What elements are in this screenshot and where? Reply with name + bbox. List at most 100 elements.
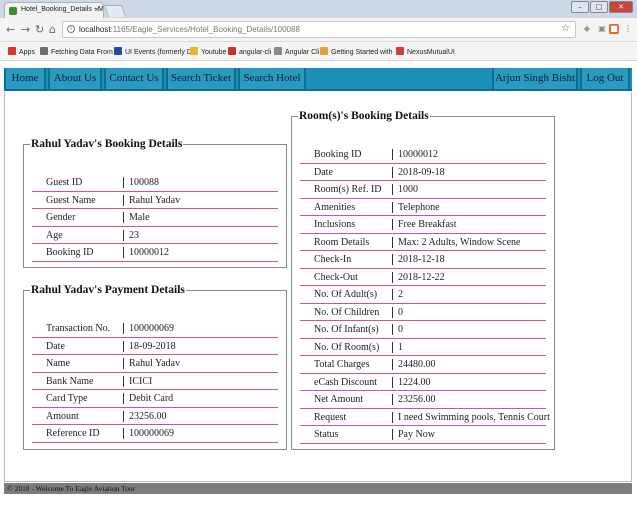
detail-row: Room Details Max: 2 Adults, Window Scene [300,234,546,251]
bookmark-item[interactable]: Angular Cli [274,47,319,56]
close-window-button[interactable]: ✕ [609,1,633,13]
payment-details-legend: Rahul Yadav's Payment Details [31,284,185,296]
nav-user-name[interactable]: Arjun Singh Bisht [492,68,578,89]
detail-value: 0 [398,324,403,335]
minimize-window-button[interactable]: – [571,1,589,13]
bookmark-item[interactable]: Getting Started with [320,47,392,56]
nav-log-out[interactable]: Log Out [580,68,630,89]
browser-menu-icon[interactable]: ⋮ [623,24,633,34]
detail-label: No. Of Children [314,306,380,318]
nav-search-ticket[interactable]: Search Ticket [166,68,236,89]
detail-label: Check-In [314,254,352,265]
detail-label: Transaction No. [46,323,111,334]
detail-label: Amount [46,410,79,422]
detail-value: 10000012 [398,149,438,160]
detail-value: Rahul Yadav [129,358,181,369]
detail-value: 1 [398,341,403,353]
back-arrow-icon[interactable]: ← [6,23,15,36]
detail-value: Telephone [398,201,440,213]
detail-value: 18-09-2018 [129,340,176,352]
column-divider [392,254,393,265]
detail-value: Max: 2 Adults, Window Scene [398,236,521,248]
detail-row: Check-In 2018-12-18 [300,251,546,269]
detail-value: 23256.00 [398,394,436,405]
reload-icon[interactable]: ↻ [35,23,44,36]
detail-label: Room Details [314,236,370,248]
column-divider [123,229,124,241]
detail-label: No. Of Infant(s) [314,324,379,335]
booking-details-list: Guest ID 100088 Guest Name Rahul Yadav Gende… [32,174,278,262]
browser-tab-title: Hotel_Booking_Details - M [21,6,104,13]
extension-icon[interactable]: ■ [609,24,619,34]
detail-label: Reference ID [46,428,100,439]
extension-icon[interactable]: ▣ [597,24,607,34]
nav-about-us[interactable]: About Us [48,68,102,89]
detail-value: Pay Now [398,429,435,440]
detail-row: Booking ID 10000012 [32,244,278,262]
column-divider [123,340,124,352]
detail-row: Status Pay Now [300,426,546,444]
detail-label: Age [46,229,63,241]
url-host: localhost [79,25,111,34]
detail-row: Inclusions Free Breakfast [300,216,546,234]
column-divider [123,323,124,334]
column-divider [123,428,124,439]
detail-label: Amenities [314,201,356,213]
bookmark-item[interactable]: Youtube [190,47,226,56]
room-booking-details-panel: Room(s)'s Booking Details Booking ID 1000… [291,110,555,450]
detail-row: Amount 23256.00 [32,408,278,425]
site-info-icon[interactable]: i [67,25,75,33]
detail-label: Net Amount [314,394,364,405]
detail-label: Booking ID [46,247,94,258]
detail-row: No. Of Room(s) 1 [300,339,546,356]
detail-label: Gender [46,212,76,223]
bookmark-item[interactable]: Apps [8,47,35,56]
detail-label: No. Of Room(s) [314,341,380,353]
nav-home[interactable]: Home [4,68,46,89]
page-footer: © 2018 - Welcome To Eagle Aviation Tour [4,483,632,494]
main-navbar: Home About Us Contact Us Search Ticket S… [4,68,632,91]
forward-arrow-icon[interactable]: → [21,23,30,36]
column-divider [123,358,124,369]
nav-search-hotel[interactable]: Search Hotel [238,68,306,89]
column-divider [392,166,393,178]
maximize-window-button[interactable]: □ [590,1,608,13]
bookmark-item[interactable]: UI Events (formerly D [114,47,192,56]
detail-row: No. Of Adult(s) 2 [300,286,546,304]
extension-icon[interactable]: ◆ [582,24,592,34]
bookmark-item[interactable]: NexusMutualUI [396,47,455,56]
address-bar[interactable]: i localhost:1165/Eagle_Services/Hotel_Bo… [62,21,576,38]
detail-row: Name Rahul Yadav [32,355,278,373]
detail-value: 100000069 [129,323,174,334]
window-controls: – □ ✕ [571,1,633,13]
folder-icon [190,47,198,55]
detail-row: Transaction No. 100000069 [32,320,278,338]
detail-row: Gender Male [32,209,278,227]
column-divider [392,359,393,370]
detail-value: Rahul Yadav [129,194,181,206]
column-divider [123,177,124,188]
detail-value: Male [129,212,150,223]
new-tab-button[interactable] [103,5,127,17]
detail-row: No. Of Infant(s) 0 [300,321,546,339]
detail-value: 23256.00 [129,410,167,422]
browser-tab[interactable]: Hotel_Booking_Details - M × [4,2,104,18]
detail-row: Room(s) Ref. ID 1000 [300,181,546,199]
detail-value: I need Swimming pools, Tennis Court [398,411,550,423]
bookmark-star-icon[interactable]: ☆ [561,23,570,34]
detail-value: 1224.00 [398,376,431,388]
bookmark-item[interactable]: angular-cli [228,47,271,56]
home-icon[interactable]: ⌂ [49,23,56,36]
detail-row: Reference ID 100000069 [32,425,278,443]
column-divider [392,289,393,300]
nav-contact-us[interactable]: Contact Us [104,68,164,89]
room-booking-details-list: Booking ID 10000012 Date 2018-09-18 Room(s) … [300,146,550,444]
close-tab-icon[interactable]: × [94,5,99,14]
angular-icon [396,47,404,55]
column-divider [392,411,393,423]
detail-row: eCash Discount 1224.00 [300,374,546,391]
column-divider [392,271,393,283]
detail-value: Debit Card [129,393,174,404]
detail-row: Amenities Telephone [300,199,546,216]
bookmark-item[interactable]: Fetching Data From a [40,47,119,56]
